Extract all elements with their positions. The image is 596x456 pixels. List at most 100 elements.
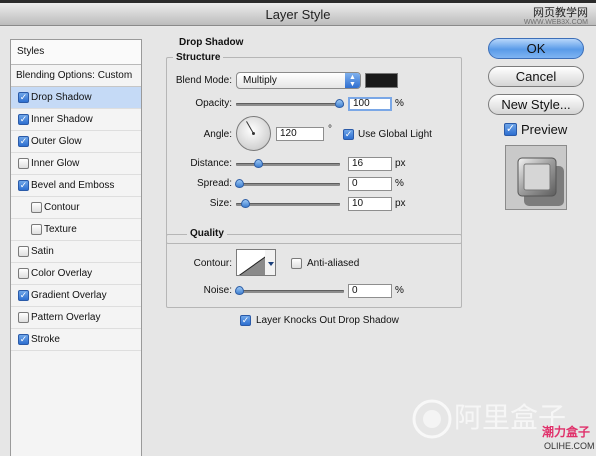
preview-swatch-icon bbox=[517, 157, 564, 206]
opacity-slider-thumb[interactable] bbox=[335, 99, 344, 108]
size-slider[interactable] bbox=[236, 203, 340, 206]
style-item-checkbox[interactable] bbox=[18, 158, 29, 169]
chevron-down-icon bbox=[268, 262, 274, 266]
spread-unit: % bbox=[395, 178, 404, 189]
spread-label: Spread: bbox=[196, 178, 232, 189]
distance-field[interactable]: 16 bbox=[348, 157, 392, 171]
style-item-bevel-and-emboss[interactable]: ✓ Bevel and Emboss bbox=[11, 175, 141, 197]
style-item-label: Outer Glow bbox=[31, 136, 82, 147]
style-item-drop-shadow[interactable]: ✓ Drop Shadow bbox=[11, 87, 141, 109]
blend-mode-value: Multiply bbox=[243, 75, 277, 86]
styles-header[interactable]: Styles bbox=[11, 40, 141, 65]
style-item-checkbox[interactable]: ✓ bbox=[18, 334, 29, 345]
noise-label: Noise: bbox=[203, 285, 232, 296]
spread-slider[interactable] bbox=[236, 183, 340, 186]
style-item-color-overlay[interactable]: Color Overlay bbox=[11, 263, 141, 285]
anti-aliased-label: Anti-aliased bbox=[307, 258, 360, 269]
size-field[interactable]: 10 bbox=[348, 197, 392, 211]
layer-knocks-out-label: Layer Knocks Out Drop Shadow bbox=[256, 315, 399, 326]
style-item-label: Texture bbox=[44, 224, 77, 235]
size-label: Size: bbox=[209, 198, 232, 209]
angle-unit: ° bbox=[328, 124, 332, 135]
styles-list: Styles Blending Options: Custom ✓ Drop Sh… bbox=[10, 39, 142, 456]
style-item-label: Drop Shadow bbox=[31, 92, 92, 103]
distance-slider[interactable] bbox=[236, 163, 340, 166]
spread-field[interactable]: 0 bbox=[348, 177, 392, 191]
quality-title: Quality bbox=[187, 228, 227, 239]
drop-shadow-title: Drop Shadow bbox=[176, 37, 247, 48]
distance-label: Distance: bbox=[190, 158, 232, 169]
preview-checkbox[interactable]: ✓ bbox=[504, 123, 517, 136]
layer-knocks-out-checkbox[interactable]: ✓ bbox=[240, 315, 251, 326]
watermark-top-name: 网页教学网 bbox=[533, 7, 588, 19]
size-slider-thumb[interactable] bbox=[240, 199, 250, 208]
style-item-label: Stroke bbox=[31, 334, 60, 345]
size-unit: px bbox=[395, 198, 406, 209]
opacity-label: Opacity: bbox=[195, 98, 232, 109]
style-item-checkbox[interactable]: ✓ bbox=[18, 180, 29, 191]
contour-label: Contour: bbox=[193, 258, 232, 269]
style-item-satin[interactable]: Satin bbox=[11, 241, 141, 263]
style-item-checkbox[interactable] bbox=[18, 268, 29, 279]
style-item-label: Satin bbox=[31, 246, 54, 257]
style-item-checkbox[interactable]: ✓ bbox=[18, 290, 29, 301]
opacity-field[interactable]: 100 bbox=[348, 97, 392, 111]
window-title: Layer Style bbox=[0, 3, 596, 26]
distance-unit: px bbox=[395, 158, 406, 169]
style-item-label: Bevel and Emboss bbox=[31, 180, 115, 191]
anti-aliased-checkbox[interactable] bbox=[291, 258, 302, 269]
style-item-inner-shadow[interactable]: ✓ Inner Shadow bbox=[11, 109, 141, 131]
style-item-outer-glow[interactable]: ✓ Outer Glow bbox=[11, 131, 141, 153]
style-item-gradient-overlay[interactable]: ✓ Gradient Overlay bbox=[11, 285, 141, 307]
style-item-checkbox[interactable]: ✓ bbox=[18, 92, 29, 103]
watermark-top: 网页教学网 WWW.WEB3X.COM bbox=[523, 7, 588, 27]
blending-options-item[interactable]: Blending Options: Custom bbox=[11, 65, 141, 87]
noise-unit: % bbox=[395, 285, 404, 296]
style-item-checkbox[interactable]: ✓ bbox=[18, 136, 29, 147]
style-item-contour[interactable]: Contour bbox=[11, 197, 141, 219]
style-item-label: Inner Shadow bbox=[31, 114, 93, 125]
blend-mode-label: Blend Mode: bbox=[175, 75, 232, 86]
quality-group bbox=[166, 234, 462, 308]
angle-label: Angle: bbox=[203, 129, 232, 140]
select-arrows-icon: ▲ ▼ bbox=[345, 73, 360, 88]
blend-mode-select[interactable]: Multiply ▲ ▼ bbox=[236, 72, 361, 89]
style-items: ✓ Drop Shadow ✓ Inner Shadow ✓ Outer Glow Inne… bbox=[11, 87, 141, 351]
spread-slider-thumb[interactable] bbox=[235, 179, 244, 188]
angle-dial-needle-icon bbox=[246, 121, 255, 135]
opacity-unit: % bbox=[395, 98, 404, 109]
noise-field[interactable]: 0 bbox=[348, 284, 392, 298]
watermark-bottom: 阿里盒子 潮力盒子 OLIHE.COM bbox=[408, 395, 596, 456]
angle-dial[interactable] bbox=[236, 116, 271, 151]
style-item-checkbox[interactable] bbox=[31, 224, 42, 235]
style-item-checkbox[interactable] bbox=[18, 312, 29, 323]
style-item-label: Pattern Overlay bbox=[31, 312, 101, 323]
watermark-bottom-url: OLIHE.COM bbox=[544, 441, 595, 451]
style-item-inner-glow[interactable]: Inner Glow bbox=[11, 153, 141, 175]
noise-slider[interactable] bbox=[236, 290, 344, 293]
style-item-checkbox[interactable] bbox=[31, 202, 42, 213]
shadow-color-swatch[interactable] bbox=[365, 73, 398, 88]
use-global-light-checkbox[interactable]: ✓ bbox=[343, 129, 354, 140]
preview-label: Preview bbox=[521, 122, 568, 137]
watermark-bottom-name: 潮力盒子 bbox=[542, 425, 591, 439]
opacity-slider[interactable] bbox=[236, 103, 344, 106]
style-item-label: Gradient Overlay bbox=[31, 290, 107, 301]
distance-slider-thumb[interactable] bbox=[254, 159, 264, 168]
style-item-pattern-overlay[interactable]: Pattern Overlay bbox=[11, 307, 141, 329]
style-item-texture[interactable]: Texture bbox=[11, 219, 141, 241]
style-item-checkbox[interactable] bbox=[18, 246, 29, 257]
ok-button[interactable]: OK bbox=[488, 38, 584, 59]
style-item-label: Contour bbox=[44, 202, 80, 213]
new-style-button[interactable]: New Style... bbox=[488, 94, 584, 115]
style-item-label: Inner Glow bbox=[31, 158, 80, 169]
contour-dropdown[interactable] bbox=[265, 249, 276, 276]
angle-field[interactable]: 120 bbox=[276, 127, 324, 141]
watermark-top-url: WWW.WEB3X.COM bbox=[523, 19, 588, 26]
style-item-stroke[interactable]: ✓ Stroke bbox=[11, 329, 141, 351]
style-item-label: Color Overlay bbox=[31, 268, 93, 279]
style-item-checkbox[interactable]: ✓ bbox=[18, 114, 29, 125]
noise-slider-thumb[interactable] bbox=[235, 286, 244, 295]
style-preview-thumbnail bbox=[505, 145, 567, 210]
cancel-button[interactable]: Cancel bbox=[488, 66, 584, 87]
